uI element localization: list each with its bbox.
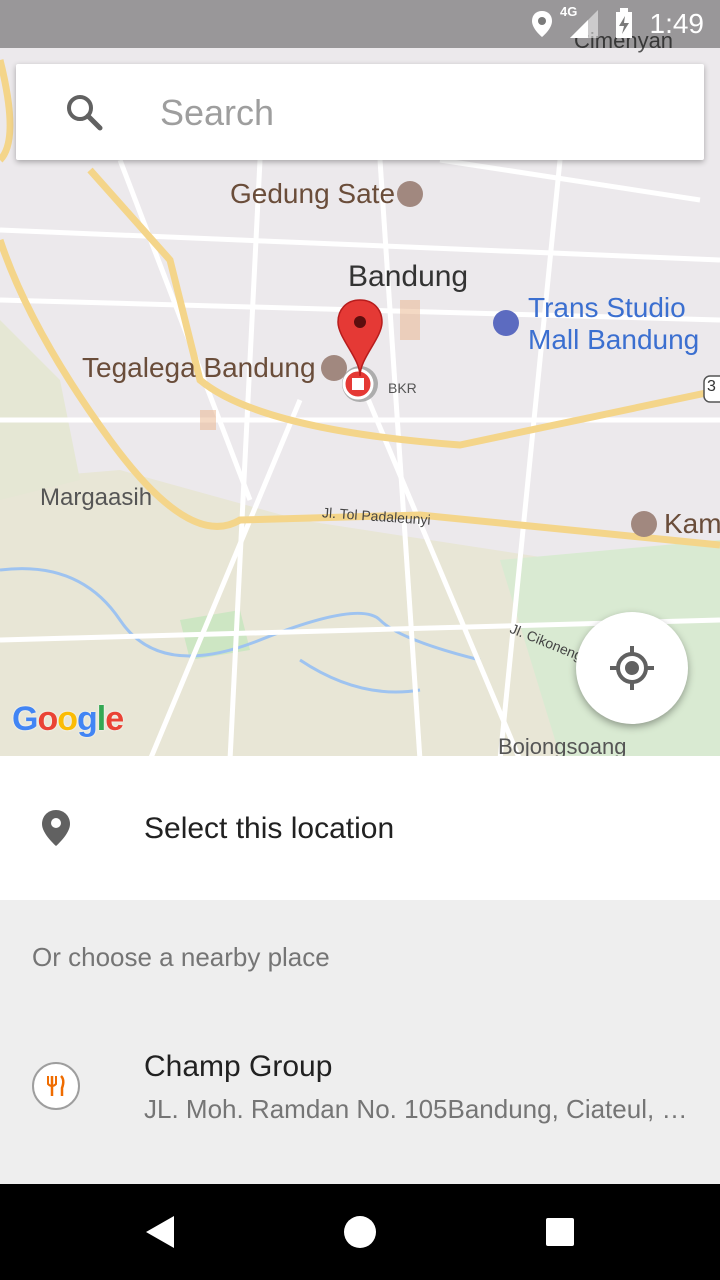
status-time: 1:49 <box>649 8 705 39</box>
search-icon <box>67 95 103 131</box>
status-icons: 4G <box>530 4 634 40</box>
location-pin-icon[interactable] <box>334 296 394 406</box>
place-pin-icon <box>42 810 70 846</box>
google-logo: Google <box>12 700 124 738</box>
signal-icon: 4G <box>560 4 602 40</box>
recents-icon[interactable] <box>540 1212 580 1252</box>
crosshair-icon <box>610 646 654 690</box>
map-label-bandung: Bandung <box>348 260 469 293</box>
nearby-place-item[interactable]: Champ Group JL. Moh. Ramdan No. 105Bandu… <box>0 1032 720 1152</box>
select-location-row[interactable]: Select this location <box>0 756 720 900</box>
nearby-header: Or choose a nearby place <box>32 942 330 972</box>
battery-charging-icon <box>616 8 632 38</box>
map-label-trans-studio-line2: Mall Bandung <box>528 324 700 355</box>
place-address: JL. Moh. Ramdan No. 105Bandung, Ciateul,… <box>144 1094 694 1124</box>
map-label-kam[interactable]: Kam <box>664 508 720 540</box>
back-icon[interactable] <box>140 1212 180 1252</box>
place-name: Champ Group <box>144 1050 333 1083</box>
search-input[interactable]: Search <box>160 92 274 134</box>
network-type: 4G <box>560 4 578 19</box>
select-location-label: Select this location <box>144 812 395 845</box>
map-label-margaasih: Margaasih <box>40 484 153 511</box>
map-label-tegalega[interactable]: Tegalega Bandung <box>82 352 316 384</box>
my-location-button[interactable] <box>576 612 688 724</box>
map-label-trans-studio[interactable]: Trans Studio Mall Bandung <box>528 292 699 356</box>
search-bar[interactable]: Search <box>16 64 704 160</box>
restaurant-icon <box>32 1062 80 1110</box>
location-status-icon <box>532 11 552 37</box>
home-icon[interactable] <box>340 1212 380 1252</box>
status-bar: 4G 1:49 <box>0 0 720 48</box>
nearby-section: Or choose a nearby place Champ Group JL.… <box>0 900 720 1184</box>
route-shield-label: 3 <box>707 378 716 395</box>
map-label-trans-studio-line1: Trans Studio <box>528 292 686 323</box>
navigation-bar <box>0 1184 720 1280</box>
map-label-gedung-sate[interactable]: Gedung Sate <box>230 178 395 210</box>
map-label-bojongsoang: Bojongsoang <box>498 734 627 756</box>
